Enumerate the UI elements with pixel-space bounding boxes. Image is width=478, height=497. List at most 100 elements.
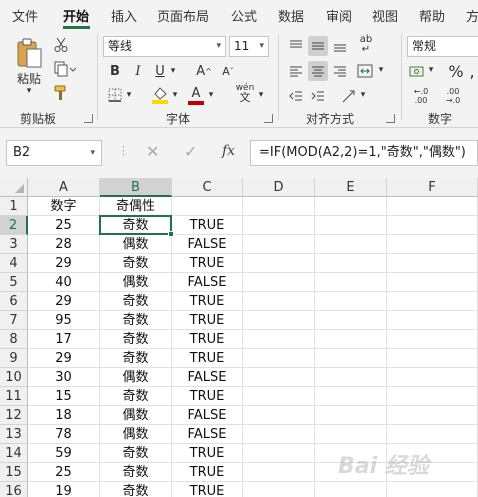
row-header[interactable]: 5 xyxy=(0,273,28,292)
row-header[interactable]: 8 xyxy=(0,330,28,349)
cell-f7[interactable] xyxy=(387,311,478,330)
cell-d13[interactable] xyxy=(243,425,315,444)
currency-dropdown-icon[interactable]: ▾ xyxy=(426,63,436,77)
number-format-select[interactable]: 常规 xyxy=(407,36,478,57)
cell-c15[interactable]: TRUE xyxy=(172,463,243,482)
bold-button[interactable]: B xyxy=(106,62,124,80)
cell-a4[interactable]: 29 xyxy=(28,254,100,273)
cell-b15[interactable]: 奇数 xyxy=(100,463,172,482)
comma-style-icon[interactable]: , xyxy=(466,61,478,81)
cell-a13[interactable]: 78 xyxy=(28,425,100,444)
decrease-decimal-icon[interactable]: .00 →.0 xyxy=(440,86,466,106)
enter-check-icon[interactable]: ✓ xyxy=(184,142,197,161)
row-header[interactable]: 13 xyxy=(0,425,28,444)
cell-e5[interactable] xyxy=(315,273,387,292)
cell-b4[interactable]: 奇数 xyxy=(100,254,172,273)
cell-d8[interactable] xyxy=(243,330,315,349)
align-center-icon[interactable] xyxy=(308,61,328,81)
align-left-icon[interactable] xyxy=(286,61,306,81)
row-header[interactable]: 14 xyxy=(0,444,28,463)
font-name-select[interactable]: 等线 ▾ xyxy=(103,36,226,57)
cell-d10[interactable] xyxy=(243,368,315,387)
cell-c11[interactable]: TRUE xyxy=(172,387,243,406)
row-header[interactable]: 11 xyxy=(0,387,28,406)
align-top-icon[interactable] xyxy=(286,36,306,56)
cell-b16[interactable]: 奇数 xyxy=(100,482,172,497)
cell-a12[interactable]: 18 xyxy=(28,406,100,425)
cell-d16[interactable] xyxy=(243,482,315,497)
cell-f3[interactable] xyxy=(387,235,478,254)
menu-file[interactable]: 文件 xyxy=(12,6,38,25)
cell-a16[interactable]: 19 xyxy=(28,482,100,497)
cell-d3[interactable] xyxy=(243,235,315,254)
row-header[interactable]: 2 xyxy=(0,216,28,235)
cell-d1[interactable] xyxy=(243,197,315,216)
column-header-f[interactable]: F xyxy=(387,178,478,197)
menu-insert[interactable]: 插入 xyxy=(111,6,137,25)
cell-b14[interactable]: 奇数 xyxy=(100,444,172,463)
cell-a8[interactable]: 17 xyxy=(28,330,100,349)
cell-b8[interactable]: 奇数 xyxy=(100,330,172,349)
orientation-icon[interactable] xyxy=(340,86,358,106)
cell-c7[interactable]: TRUE xyxy=(172,311,243,330)
cell-e7[interactable] xyxy=(315,311,387,330)
cell-c12[interactable]: FALSE xyxy=(172,406,243,425)
underline-dropdown-icon[interactable]: ▾ xyxy=(168,64,178,78)
cell-a9[interactable]: 29 xyxy=(28,349,100,368)
cell-f2[interactable] xyxy=(387,216,478,235)
column-header-e[interactable]: E xyxy=(315,178,387,197)
cell-d7[interactable] xyxy=(243,311,315,330)
cell-c2[interactable]: TRUE xyxy=(172,216,243,235)
menu-review[interactable]: 审阅 xyxy=(326,6,352,25)
select-all-button[interactable] xyxy=(0,178,28,197)
cell-a11[interactable]: 15 xyxy=(28,387,100,406)
cell-b13[interactable]: 偶数 xyxy=(100,425,172,444)
menu-view[interactable]: 视图 xyxy=(372,6,398,25)
cell-b10[interactable]: 偶数 xyxy=(100,368,172,387)
cut-icon[interactable] xyxy=(52,36,70,54)
cell-e11[interactable] xyxy=(315,387,387,406)
cell-c8[interactable]: TRUE xyxy=(172,330,243,349)
cell-f4[interactable] xyxy=(387,254,478,273)
menu-home[interactable]: 开始 xyxy=(63,6,89,25)
row-header[interactable]: 12 xyxy=(0,406,28,425)
cell-d15[interactable] xyxy=(243,463,315,482)
shrink-font-button[interactable]: Aˇ xyxy=(219,62,237,80)
row-header[interactable]: 9 xyxy=(0,349,28,368)
cell-a14[interactable]: 59 xyxy=(28,444,100,463)
align-middle-icon[interactable] xyxy=(308,36,328,56)
fill-color-icon[interactable] xyxy=(150,84,170,106)
cell-e12[interactable] xyxy=(315,406,387,425)
increase-decimal-icon[interactable]: ←.0.00 xyxy=(408,86,434,106)
formula-input[interactable]: =IF(MOD(A2,2)=1,"奇数","偶数") xyxy=(250,140,478,166)
cell-b5[interactable]: 偶数 xyxy=(100,273,172,292)
cell-d11[interactable] xyxy=(243,387,315,406)
borders-dropdown-icon[interactable]: ▾ xyxy=(124,88,134,102)
cell-b6[interactable]: 奇数 xyxy=(100,292,172,311)
font-launcher-icon[interactable] xyxy=(264,114,273,123)
cell-e2[interactable] xyxy=(315,216,387,235)
align-right-icon[interactable] xyxy=(330,61,350,81)
cell-f8[interactable] xyxy=(387,330,478,349)
currency-icon[interactable] xyxy=(408,61,426,81)
cell-b9[interactable]: 奇数 xyxy=(100,349,172,368)
cell-f6[interactable] xyxy=(387,292,478,311)
decrease-indent-icon[interactable] xyxy=(286,86,306,106)
cell-a5[interactable]: 40 xyxy=(28,273,100,292)
cell-e4[interactable] xyxy=(315,254,387,273)
cell-f10[interactable] xyxy=(387,368,478,387)
cancel-icon[interactable]: ✕ xyxy=(146,142,159,161)
phonetic-dropdown-icon[interactable]: ▾ xyxy=(256,88,266,102)
paste-button[interactable] xyxy=(14,36,44,70)
clipboard-launcher-icon[interactable] xyxy=(84,114,93,123)
cell-c5[interactable]: FALSE xyxy=(172,273,243,292)
italic-button[interactable]: I xyxy=(129,62,147,80)
cell-b11[interactable]: 奇数 xyxy=(100,387,172,406)
fill-color-dropdown-icon[interactable]: ▾ xyxy=(170,88,180,102)
row-header[interactable]: 7 xyxy=(0,311,28,330)
menu-more[interactable]: 方 xyxy=(466,6,478,25)
underline-button[interactable]: U xyxy=(151,62,169,80)
grow-font-button[interactable]: A ^ xyxy=(195,62,213,80)
row-header[interactable]: 16 xyxy=(0,482,28,497)
cell-e6[interactable] xyxy=(315,292,387,311)
